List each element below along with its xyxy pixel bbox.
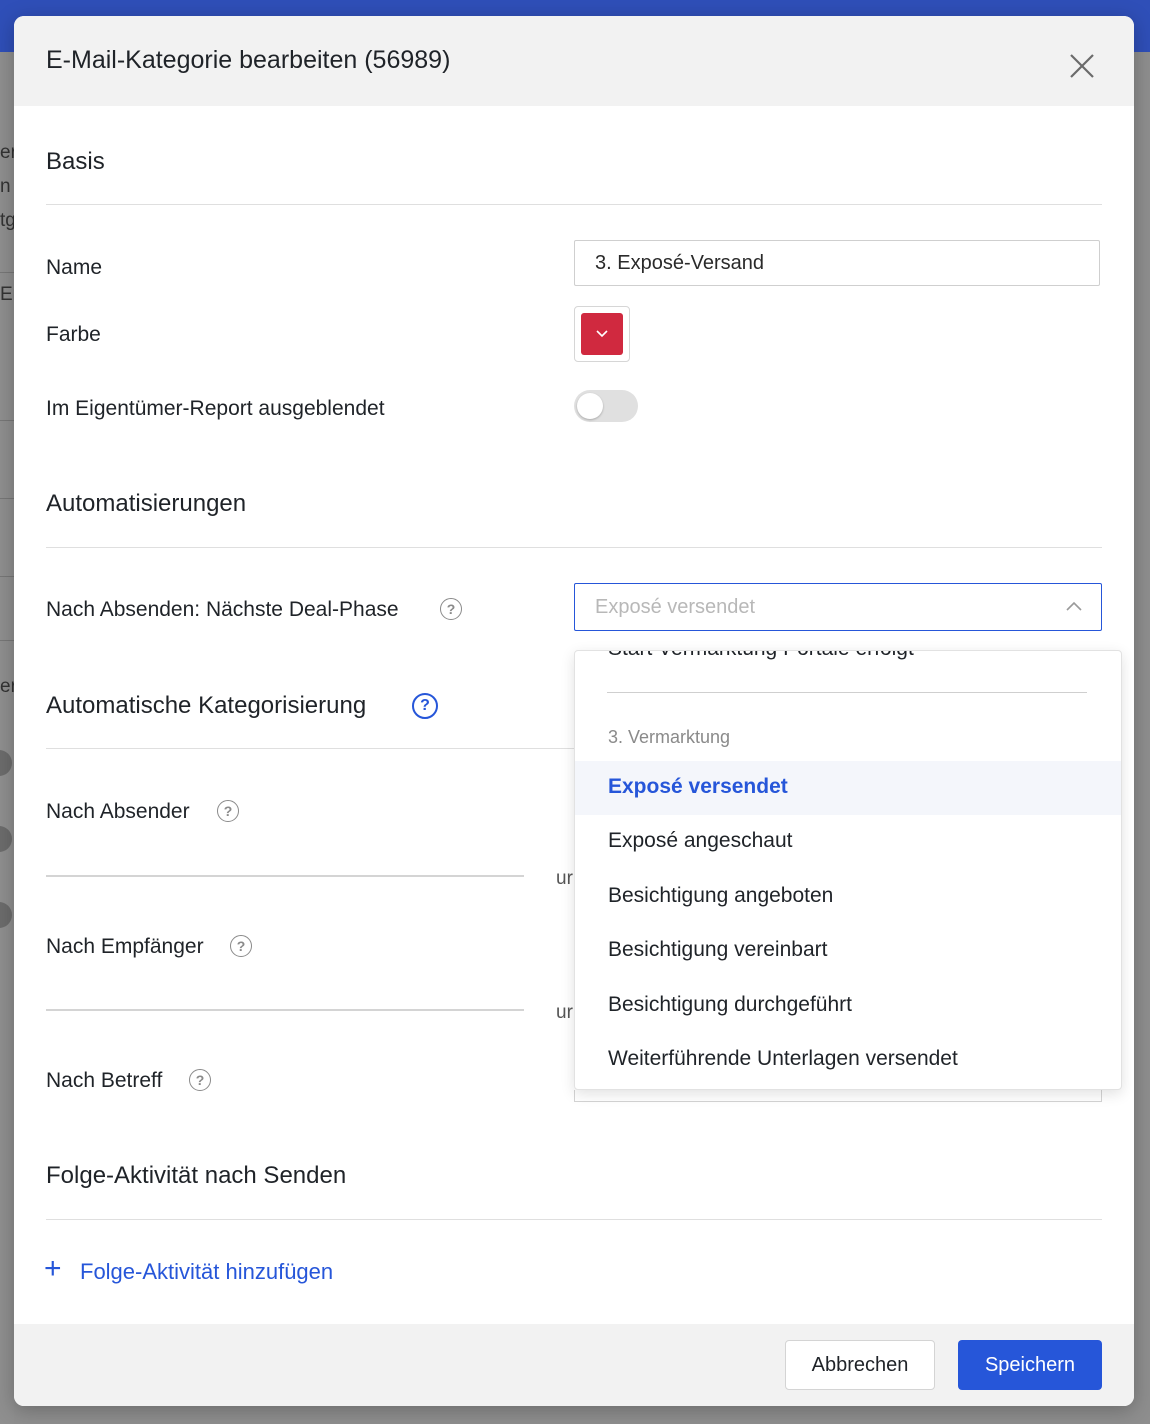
background-page: [0, 52, 14, 1424]
section-divider: [46, 204, 1102, 205]
section-divider: [46, 547, 1102, 548]
dialog-title: E-Mail-Kategorie bearbeiten (56989): [46, 46, 451, 74]
recipient-label: Nach Empfänger: [46, 935, 204, 958]
dropdown-group-label: 3. Vermarktung: [608, 727, 731, 747]
background-divider: [0, 420, 14, 421]
dropdown-option[interactable]: Besichtigung durchgeführt: [575, 979, 1121, 1033]
save-button[interactable]: Speichern: [958, 1340, 1102, 1390]
section-title-follow-up: Folge-Aktivität nach Senden: [46, 1162, 347, 1189]
section-divider: [46, 1219, 1102, 1220]
plus-icon: +: [44, 1252, 62, 1285]
help-icon[interactable]: ?: [230, 935, 252, 957]
dropdown-option[interactable]: Weiterführende Unterlagen versendet: [575, 1033, 1121, 1087]
background-divider: [0, 272, 14, 273]
next-deal-phase-label: Nach Absenden: Nächste Deal-Phase: [46, 598, 399, 621]
section-title-auto-categorization: Automatische Kategorisierung: [46, 692, 367, 719]
sender-label: Nach Absender: [46, 800, 190, 823]
dropdown-option-label: Weiterführende Unterlagen versendet: [608, 1047, 958, 1070]
color-swatch: [581, 313, 623, 355]
dropdown-option[interactable]: Besichtigung vereinbart: [575, 924, 1121, 978]
dropdown-option[interactable]: Start Vermarktung Portale erfolgt: [608, 651, 914, 661]
dropdown-option-label: Besichtigung durchgeführt: [608, 993, 852, 1016]
help-icon[interactable]: ?: [217, 800, 239, 822]
subject-input[interactable]: [574, 1090, 1102, 1102]
dropdown-option[interactable]: Exposé angeschaut: [575, 815, 1121, 869]
close-button[interactable]: [1066, 50, 1098, 82]
and-connector-text: ur: [556, 868, 573, 889]
sender-input[interactable]: [46, 875, 524, 877]
hidden-in-report-label: Im Eigentümer-Report ausgeblendet: [46, 397, 385, 420]
color-label: Farbe: [46, 323, 101, 346]
dropdown-option[interactable]: Besichtigung angeboten: [575, 870, 1121, 924]
add-follow-up-label: Folge-Aktivität hinzufügen: [80, 1259, 334, 1284]
background-divider: [0, 576, 14, 577]
deal-phase-dropdown: Start Vermarktung Portale erfolgt 3. Ver…: [574, 650, 1122, 1090]
subject-label: Nach Betreff: [46, 1069, 163, 1092]
edit-category-dialog: E-Mail-Kategorie bearbeiten (56989) Basi…: [14, 16, 1134, 1406]
cancel-button[interactable]: Abbrechen: [785, 1340, 935, 1390]
dropdown-option-label: Besichtigung angeboten: [608, 884, 834, 907]
and-connector-text: ur: [556, 1002, 573, 1023]
chevron-up-icon: [1066, 601, 1082, 611]
dropdown-option-label: Besichtigung vereinbart: [608, 938, 828, 961]
color-picker[interactable]: [574, 306, 630, 362]
dropdown-option[interactable]: Exposé versendet: [575, 761, 1121, 815]
select-placeholder: Exposé versendet: [595, 596, 756, 618]
dialog-header: E-Mail-Kategorie bearbeiten (56989): [14, 16, 1134, 106]
help-icon[interactable]: ?: [440, 598, 462, 620]
background-divider: [0, 640, 14, 641]
section-title-automations: Automatisierungen: [46, 490, 247, 517]
hidden-in-report-toggle[interactable]: [574, 390, 638, 422]
name-label: Name: [46, 256, 103, 279]
name-input[interactable]: [574, 240, 1100, 286]
recipient-input[interactable]: [46, 1009, 524, 1011]
background-text: n: [0, 176, 11, 197]
dropdown-option-label: Exposé angeschaut: [608, 829, 793, 852]
chevron-down-icon: [596, 330, 608, 338]
dialog-footer: Abbrechen Speichern: [14, 1324, 1134, 1406]
background-divider: [0, 498, 14, 499]
dropdown-separator: [607, 692, 1087, 693]
dropdown-option-label: Exposé versendet: [608, 775, 788, 798]
section-title-basis: Basis: [46, 148, 105, 175]
help-icon[interactable]: ?: [189, 1069, 211, 1091]
toggle-knob: [577, 393, 603, 419]
help-icon[interactable]: ?: [412, 693, 438, 719]
close-icon: [1070, 54, 1094, 78]
next-deal-phase-select[interactable]: Exposé versendet: [574, 583, 1102, 631]
